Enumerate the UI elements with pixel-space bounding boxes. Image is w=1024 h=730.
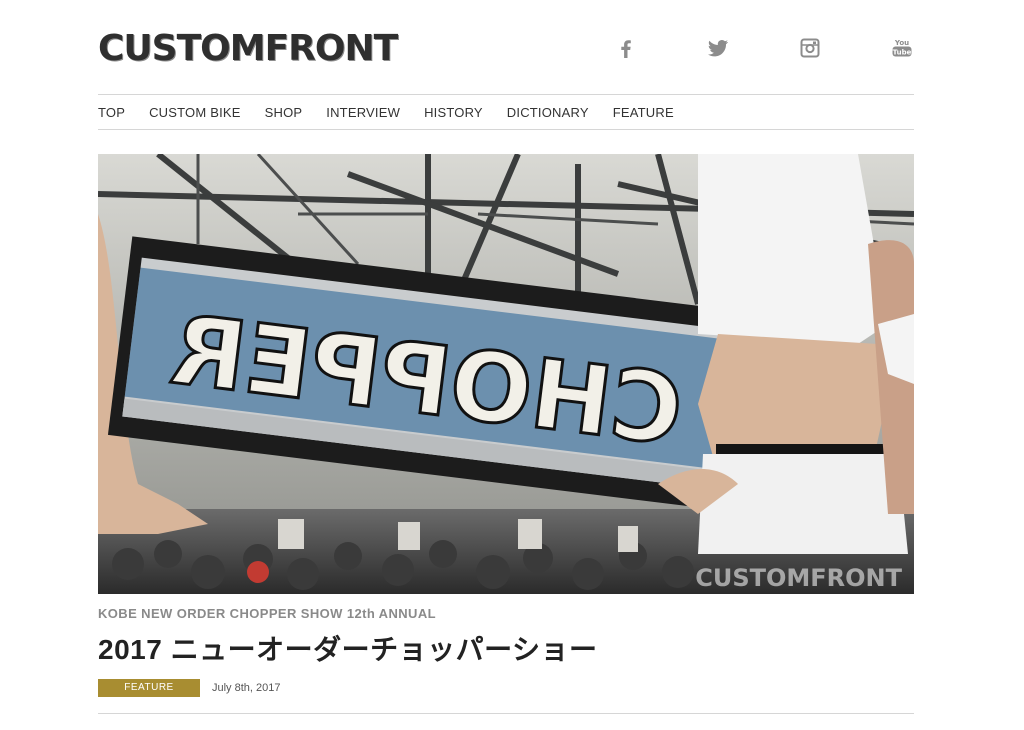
twitter-icon[interactable] — [706, 36, 730, 60]
hero-image[interactable]: CHOPPER CUSTOMFRONT — [98, 154, 914, 594]
svg-text:Tube: Tube — [893, 48, 912, 56]
nav-item-shop[interactable]: SHOP — [265, 105, 303, 120]
article-title[interactable]: 2017 ニューオーダーチョッパーショー — [98, 628, 598, 668]
hero-watermark: CUSTOMFRONT — [695, 564, 902, 592]
youtube-icon[interactable]: You Tube — [890, 36, 914, 60]
article-date: July 8th, 2017 — [212, 682, 281, 694]
nav-item-interview[interactable]: INTERVIEW — [326, 105, 400, 120]
main-nav: TOP CUSTOM BIKE SHOP INTERVIEW HISTORY D… — [98, 94, 914, 130]
nav-item-dictionary[interactable]: DICTIONARY — [507, 105, 589, 120]
nav-item-top[interactable]: TOP — [98, 105, 125, 120]
category-badge[interactable]: FEATURE — [98, 679, 200, 697]
divider — [98, 713, 914, 714]
article-kicker: KOBE NEW ORDER CHOPPER SHOW 12th ANNUAL — [98, 606, 436, 621]
instagram-icon[interactable] — [798, 36, 822, 60]
nav-item-history[interactable]: HISTORY — [424, 105, 483, 120]
hero-illustration: CHOPPER CUSTOMFRONT — [98, 154, 914, 594]
nav-item-custom-bike[interactable]: CUSTOM BIKE — [149, 105, 241, 120]
article-meta: FEATURE July 8th, 2017 — [98, 679, 281, 697]
facebook-icon[interactable] — [614, 36, 638, 60]
site-header: CUSTOMFRONT You Tube — [98, 26, 914, 76]
nav-item-feature[interactable]: FEATURE — [613, 105, 674, 120]
site-logo[interactable]: CUSTOMFRONT — [98, 28, 398, 69]
svg-text:You: You — [894, 39, 909, 47]
